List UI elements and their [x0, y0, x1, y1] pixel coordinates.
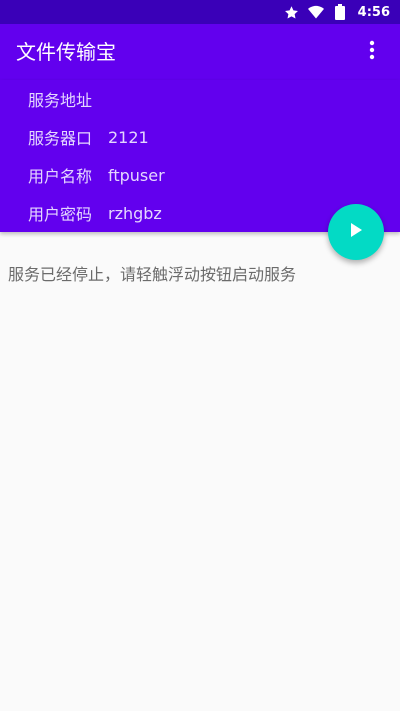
server-port-value: 2121: [108, 127, 149, 147]
password-row: 用户密码 rzhgbz: [28, 194, 162, 232]
status-time: 4:56: [357, 4, 390, 20]
password-label: 用户密码: [28, 205, 93, 224]
status-icons: 4:56: [284, 0, 390, 24]
status-bar: 4:56: [0, 0, 400, 24]
service-status-message: 服务已经停止，请轻触浮动按钮启动服务: [8, 265, 297, 284]
app-screen: 4:56 文件传输宝 服务地址 服务器口 2121 用户名称 ftpuser 用…: [0, 0, 400, 711]
username-value: ftpuser: [108, 165, 165, 185]
server-port-label: 服务器口: [28, 129, 93, 148]
star-icon: [284, 4, 300, 20]
username-row: 用户名称 ftpuser: [28, 156, 165, 194]
server-address-row: 服务地址: [28, 80, 108, 118]
app-bar: 文件传输宝: [0, 24, 400, 80]
app-title: 文件传输宝: [16, 40, 116, 64]
password-value: rzhgbz: [108, 203, 162, 223]
play-icon: [349, 222, 363, 242]
overflow-menu-button[interactable]: [352, 32, 392, 72]
server-port-row: 服务器口 2121: [28, 118, 149, 156]
start-service-fab[interactable]: [328, 204, 384, 260]
username-label: 用户名称: [28, 167, 93, 186]
wifi-icon: [307, 4, 324, 20]
battery-icon: [332, 4, 348, 20]
more-vert-icon: [369, 40, 375, 64]
server-address-label: 服务地址: [28, 91, 93, 110]
